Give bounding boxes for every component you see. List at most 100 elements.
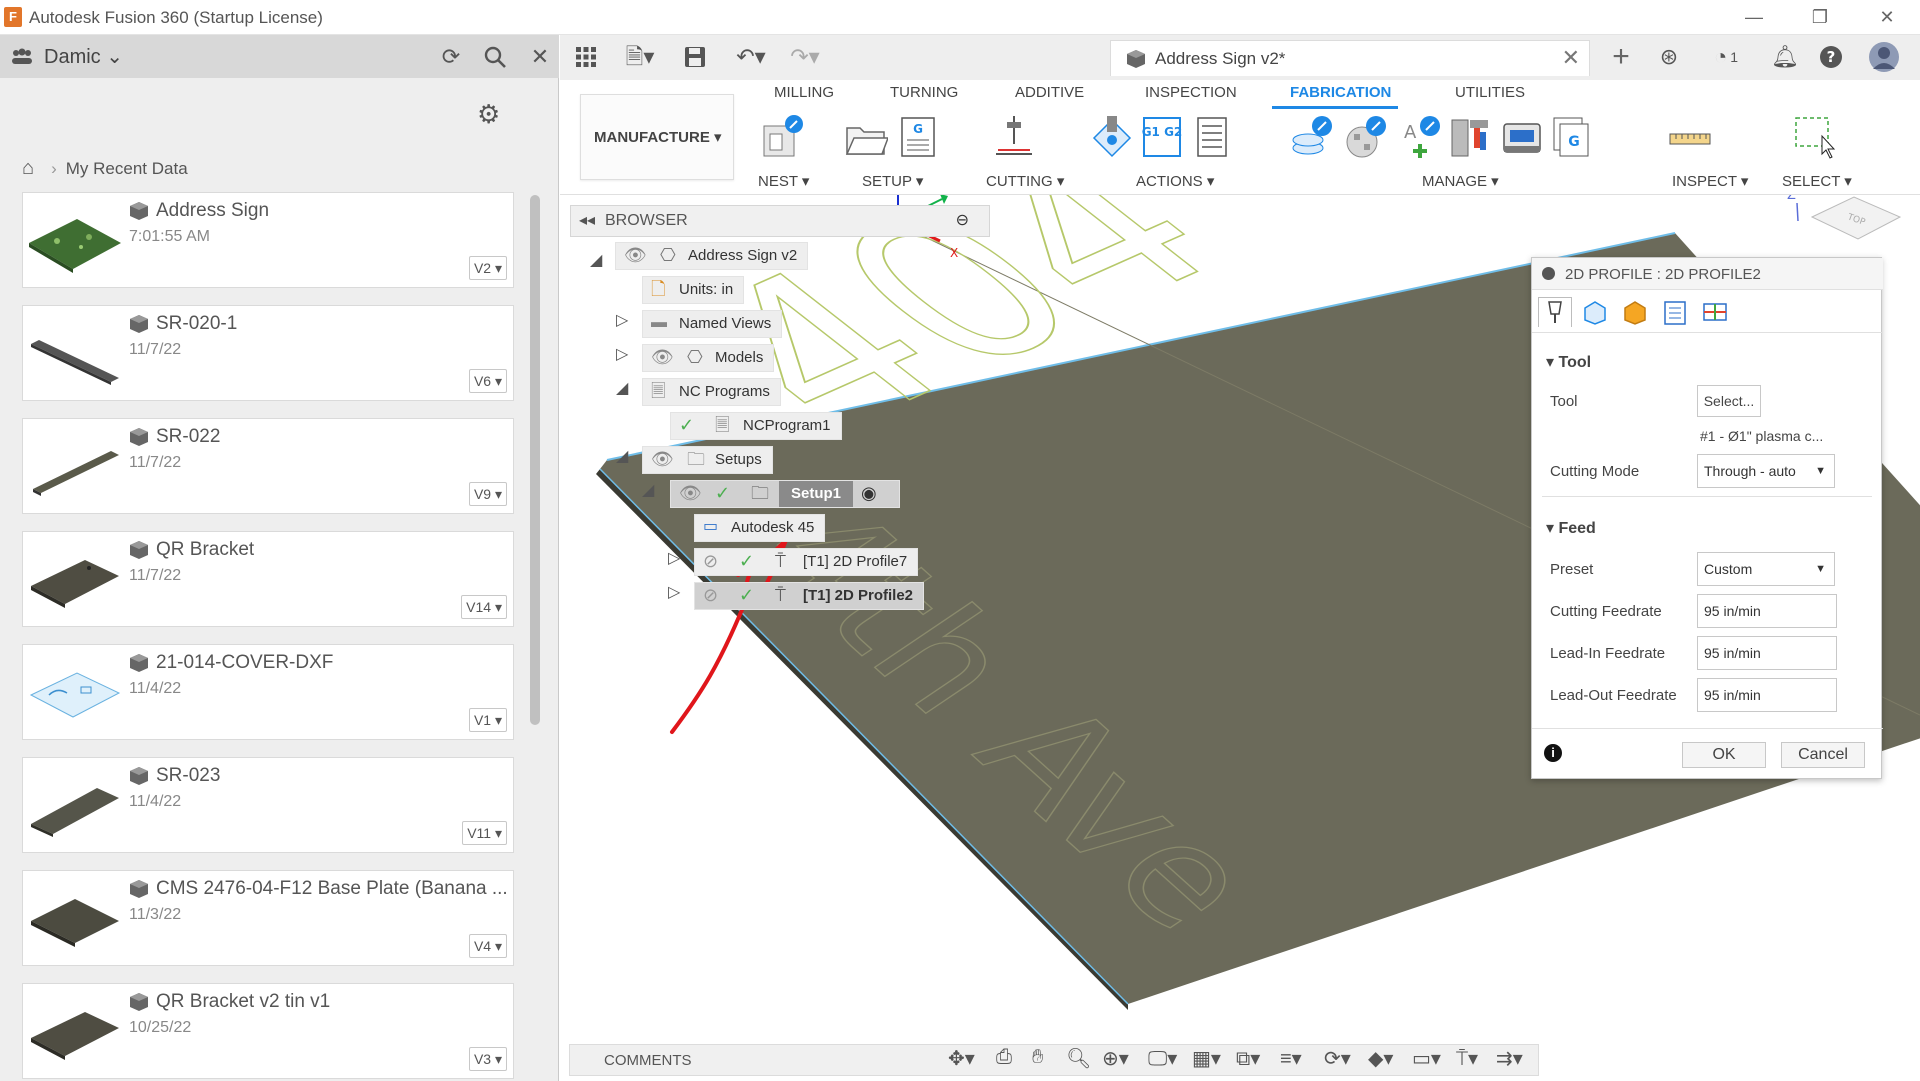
notification-bell-icon[interactable]: 🔔︎ [1770, 43, 1800, 71]
tab-geometry[interactable] [1578, 297, 1612, 327]
tab-linking[interactable] [1698, 297, 1732, 327]
visibility-eye-icon[interactable]: 👁︎ [624, 245, 647, 267]
orbit-icon[interactable]: ✥▾ [948, 1046, 975, 1071]
job-status-icon[interactable]: ◔ 1 [1702, 43, 1750, 71]
avatar[interactable] [1868, 42, 1900, 72]
tree-node-setup1[interactable]: 👁︎ ✓ 🗀 Setup1 ◉ [670, 480, 901, 508]
collapse-dialog-icon[interactable] [1542, 267, 1555, 280]
version-badge[interactable]: V11 ▾ [462, 821, 507, 845]
toolpath-display-icon[interactable]: ≡▾ [1280, 1046, 1302, 1071]
leadout-feedrate-input[interactable]: 95 in/min [1697, 678, 1837, 712]
cutting-2d-profile-icon[interactable] [992, 114, 1036, 160]
version-badge[interactable]: V2 ▾ [468, 256, 507, 280]
machine-builder-icon[interactable] [1500, 114, 1544, 160]
help-icon[interactable]: ? [1816, 43, 1846, 71]
maximize-button[interactable]: ❐ [1797, 4, 1843, 30]
tree-node-nc-program1[interactable]: ✓ 🗏 NCProgram1 [670, 412, 842, 440]
tree-node-named-views[interactable]: ▬ Named Views [642, 310, 783, 338]
tree-node-machine[interactable]: ▭ Autodesk 45 [694, 514, 826, 542]
cutting-feedrate-input[interactable]: 95 in/min [1697, 594, 1837, 628]
extensions-icon[interactable]: ⊛ [1654, 43, 1684, 71]
nest-icon[interactable] [760, 114, 804, 160]
display-settings-icon[interactable]: 🖵▾ [1148, 1046, 1177, 1071]
tool-display-icon[interactable]: ⍑▾ [1456, 1046, 1478, 1071]
tree-node-operation-profile2[interactable]: ⊘ ✓ ⍑ [T1] 2D Profile2 [694, 582, 925, 610]
tab-utilities[interactable]: UTILITIES [1455, 84, 1525, 101]
group-manage[interactable]: MANAGE ▾ [1422, 172, 1499, 190]
list-item[interactable]: 21-014-COVER-DXF 11/4/22 V1 ▾ [22, 644, 514, 740]
list-item[interactable]: QR Bracket 11/7/22 V14 ▾ [22, 531, 514, 627]
workspace-switcher[interactable]: MANUFACTURE ▾ [580, 94, 734, 180]
collapsed-triangle-icon[interactable]: ▷ [616, 310, 628, 330]
close-tab-icon[interactable]: ✕ [1562, 45, 1580, 71]
expanded-triangle-icon[interactable]: ◢ [642, 480, 654, 500]
stock-display-icon[interactable]: ◆▾ [1368, 1046, 1393, 1071]
save-icon[interactable] [680, 43, 710, 71]
select-tool-button[interactable]: Select... [1697, 385, 1761, 417]
file-menu-icon[interactable]: 🗎▾ [618, 43, 662, 71]
tab-fabrication[interactable]: FABRICATION [1290, 84, 1391, 101]
comments-bar[interactable]: COMMENTS [569, 1044, 1539, 1076]
viewports-icon[interactable]: ⧉▾ [1236, 1046, 1260, 1071]
active-target-icon[interactable]: ◉ [861, 483, 883, 505]
nc-program-manage-icon[interactable]: G [1550, 114, 1594, 160]
dialog-header[interactable]: 2D PROFILE : 2D PROFILE2 [1532, 258, 1883, 290]
visibility-eye-icon[interactable]: 👁︎ [651, 449, 674, 471]
minus-circle-icon[interactable]: ⊖ [956, 210, 969, 230]
version-badge[interactable]: V9 ▾ [468, 482, 507, 506]
post-library-icon[interactable]: A [1398, 114, 1442, 160]
pan-hand-icon[interactable]: ✋︎ [1032, 1046, 1043, 1069]
simulate-icon[interactable] [1090, 114, 1134, 160]
search-icon[interactable] [480, 43, 510, 71]
list-item[interactable]: QR Bracket v2 tin v1 10/25/22 V3 ▾ [22, 983, 514, 1079]
collapse-browser-icon[interactable]: ◂◂ [579, 210, 595, 230]
visibility-eye-icon[interactable]: 👁︎ [679, 483, 702, 505]
collapsed-triangle-icon[interactable]: ▷ [668, 582, 680, 602]
group-select[interactable]: SELECT ▾ [1782, 172, 1852, 190]
group-setup[interactable]: SETUP ▾ [862, 172, 923, 190]
list-item[interactable]: CMS 2476-04-F12 Base Plate (Banana ... 1… [22, 870, 514, 966]
gear-icon[interactable]: ⚙ [477, 99, 500, 130]
look-at-icon[interactable]: ⎙ [996, 1046, 1012, 1069]
home-icon[interactable]: ⌂ [22, 157, 34, 179]
version-badge[interactable]: V1 ▾ [468, 708, 507, 732]
tab-passes[interactable] [1658, 297, 1692, 327]
redo-icon[interactable]: ↷▾ [782, 43, 828, 71]
app-grid-icon[interactable] [572, 43, 600, 71]
measure-ruler-icon[interactable] [1668, 114, 1712, 160]
list-item[interactable]: SR-022 11/7/22 V9 ▾ [22, 418, 514, 514]
post-process-icon[interactable]: G1 G2 [1140, 114, 1184, 160]
tree-node-models[interactable]: 👁︎ ⎔ Models [642, 344, 775, 372]
new-tab-plus-icon[interactable]: + [1606, 42, 1636, 72]
tree-node-nc-programs[interactable]: 🗏 NC Programs [642, 378, 781, 406]
visibility-eye-icon[interactable]: 👁︎ [651, 347, 674, 369]
version-badge[interactable]: V3 ▾ [468, 1047, 507, 1071]
list-item[interactable]: Address Sign 7:01:55 AM V2 ▾ [22, 192, 514, 288]
group-inspect[interactable]: INSPECT ▾ [1672, 172, 1748, 190]
template-library-icon[interactable] [1344, 114, 1388, 160]
tab-tool[interactable] [1538, 297, 1572, 327]
info-icon[interactable]: i [1544, 744, 1562, 762]
group-nest[interactable]: NEST ▾ [758, 172, 809, 190]
list-item[interactable]: SR-023 11/4/22 V11 ▾ [22, 757, 514, 853]
tool-library-icon[interactable] [1290, 114, 1334, 160]
tree-node-operation-profile7[interactable]: ⊘ ✓ ⍑ [T1] 2D Profile7 [694, 548, 919, 576]
setup-sheet-icon[interactable] [1190, 114, 1234, 160]
expanded-triangle-icon[interactable]: ◢ [616, 446, 628, 466]
hidden-eye-icon[interactable]: ⊘ [703, 585, 725, 607]
expanded-triangle-icon[interactable]: ◢ [616, 378, 628, 398]
tree-node-setups[interactable]: 👁︎ 🗀 Setups [642, 446, 773, 474]
minimize-button[interactable]: — [1731, 4, 1777, 30]
tab-inspection[interactable]: INSPECTION [1145, 84, 1237, 101]
tab-milling[interactable]: MILLING [774, 84, 834, 101]
browser-panel-header[interactable]: ◂◂ BROWSER ⊖ [570, 205, 990, 237]
preset-select[interactable]: Custom ▼ [1697, 552, 1835, 586]
breadcrumb-current[interactable]: My Recent Data [66, 159, 188, 178]
leadin-feedrate-input[interactable]: 95 in/min [1697, 636, 1837, 670]
window-select-icon[interactable] [1792, 114, 1836, 160]
cutting-mode-select[interactable]: Through - auto ▼ [1697, 454, 1835, 488]
grid-settings-icon[interactable]: ▦▾ [1192, 1046, 1221, 1071]
undo-icon[interactable]: ↶▾ [728, 43, 774, 71]
collapsed-triangle-icon[interactable]: ▷ [668, 548, 680, 568]
refresh-view-icon[interactable]: ⟳▾ [1324, 1046, 1351, 1071]
